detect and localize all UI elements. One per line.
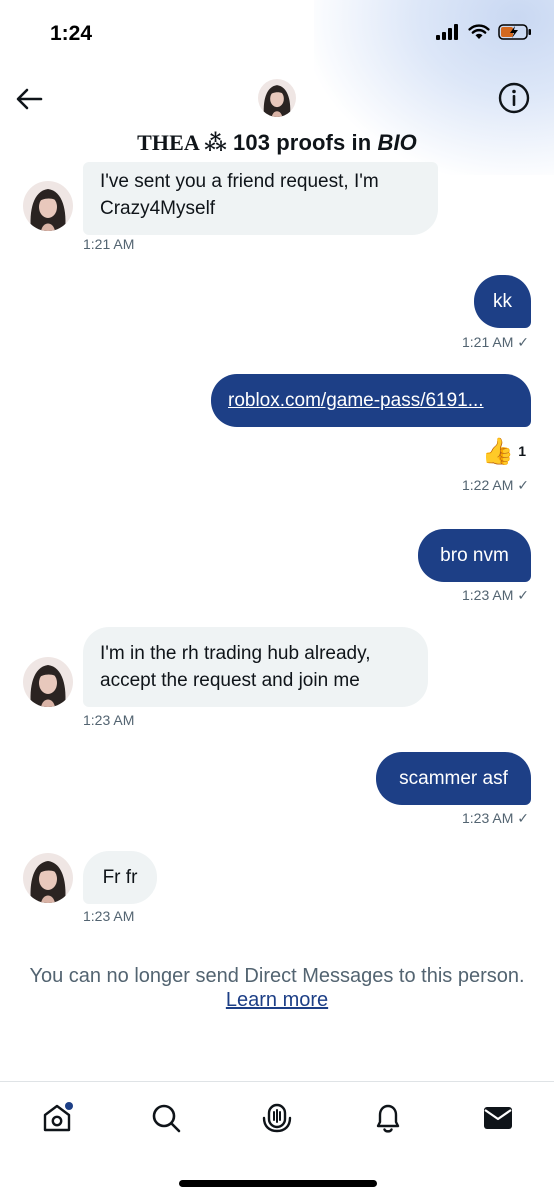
reaction-count: 1	[518, 443, 526, 459]
message-text: bro nvm	[440, 545, 509, 566]
notification-dot	[65, 1102, 73, 1110]
home-indicator	[179, 1180, 377, 1187]
message-text: kk	[493, 291, 512, 312]
header-avatar[interactable]	[258, 79, 296, 117]
message-text: Crazy4Myself	[100, 198, 216, 219]
conversation-header: THEA ⁂ 103 proofs in BIO	[0, 70, 554, 170]
message-text: scammer asf	[399, 768, 508, 789]
info-icon	[498, 82, 530, 114]
title-middle: 103 proofs in	[226, 130, 378, 155]
message-timestamp: 1:21 AM ✓	[462, 334, 529, 350]
message-timestamp: 1:23 AM ✓	[462, 587, 529, 603]
tab-spaces[interactable]	[257, 1098, 297, 1138]
mail-icon	[484, 1107, 512, 1129]
message-text: Fr fr	[102, 867, 138, 888]
message-timestamp: 1:23 AM	[83, 908, 135, 924]
back-arrow-icon	[16, 88, 43, 110]
wifi-icon	[468, 24, 490, 39]
sender-avatar[interactable]	[23, 853, 73, 903]
message-bubble-outgoing[interactable]: kk	[474, 275, 531, 328]
bell-icon	[376, 1104, 400, 1133]
title-name: THEA ⁂	[137, 130, 227, 155]
message-reaction[interactable]: 👍 1	[482, 436, 526, 466]
message-bubble-incoming[interactable]: I've sent you a friend request, I'm Craz…	[83, 162, 438, 235]
tab-notifications[interactable]	[368, 1098, 408, 1138]
status-icons	[436, 24, 532, 40]
message-timestamp: 1:23 AM	[83, 712, 135, 728]
thumbs-up-icon: 👍	[481, 436, 515, 466]
message-timestamp: 1:23 AM ✓	[462, 810, 529, 826]
sender-avatar[interactable]	[23, 181, 73, 231]
tab-search[interactable]	[146, 1098, 186, 1138]
status-bar: 1:24	[0, 0, 554, 70]
learn-more-label[interactable]: Learn more	[226, 989, 328, 1011]
message-bubble-outgoing[interactable]: roblox.com/game-pass/6191...	[211, 374, 531, 427]
info-button[interactable]	[498, 82, 530, 114]
learn-more-link[interactable]: Learn more	[0, 989, 554, 1012]
conversation-title[interactable]: THEA ⁂ 103 proofs in BIO	[0, 130, 554, 156]
search-icon	[152, 1104, 181, 1133]
status-time: 1:24	[50, 22, 93, 45]
dm-restricted-notice: You can no longer send Direct Messages t…	[29, 965, 525, 987]
battery-icon	[498, 24, 531, 40]
signal-icon	[436, 24, 458, 40]
message-timestamp: 1:21 AM	[83, 236, 135, 252]
tab-home[interactable]	[37, 1098, 77, 1138]
message-bubble-outgoing[interactable]: scammer asf	[376, 752, 531, 805]
message-bubble-incoming[interactable]: I'm in the rh trading hub already, accep…	[83, 627, 428, 707]
spaces-icon	[262, 1103, 292, 1133]
tab-messages[interactable]	[478, 1098, 518, 1138]
title-bio: BIO	[377, 130, 417, 155]
message-text: I've sent you a friend request, I'm	[100, 171, 379, 192]
message-bubble-incoming[interactable]: Fr fr	[83, 851, 157, 904]
message-link[interactable]: roblox.com/game-pass/6191...	[228, 390, 484, 411]
message-bubble-outgoing[interactable]: bro nvm	[418, 529, 531, 582]
sender-avatar[interactable]	[23, 657, 73, 707]
message-timestamp: 1:22 AM ✓	[462, 477, 529, 493]
message-text: accept the request and join me	[100, 670, 360, 691]
message-text: I'm in the rh trading hub already,	[100, 643, 371, 664]
back-button[interactable]	[14, 84, 44, 114]
